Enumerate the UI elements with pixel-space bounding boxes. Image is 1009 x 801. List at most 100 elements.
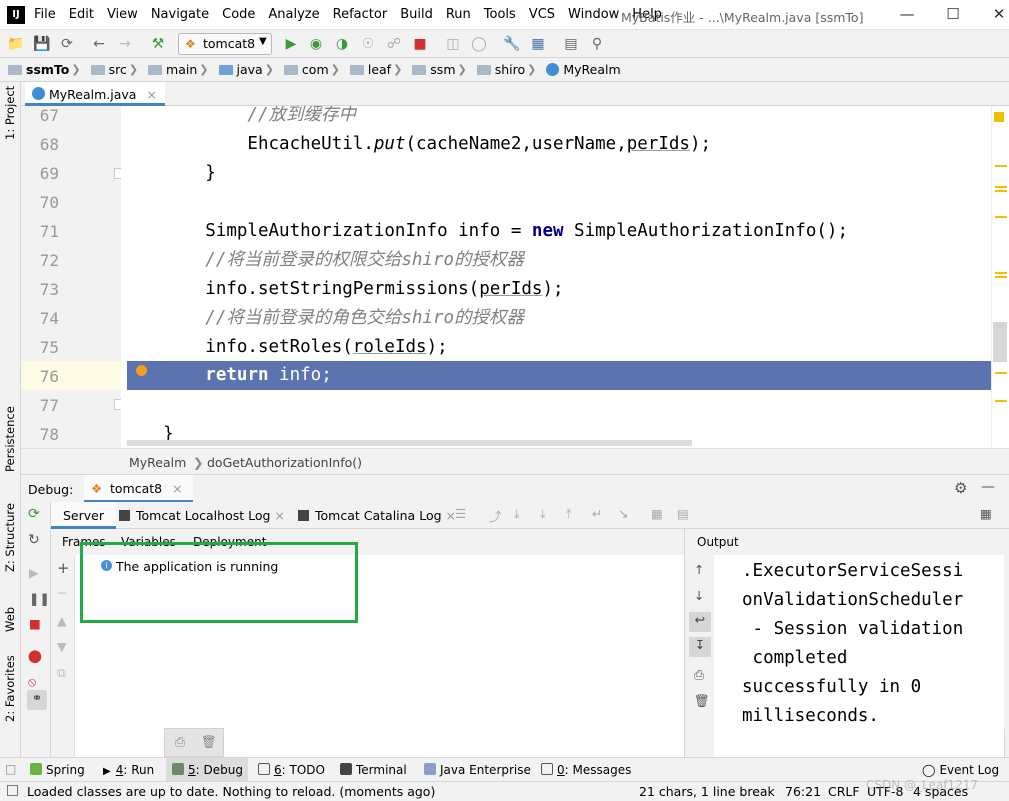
layout-icon[interactable]: □ [5, 762, 16, 776]
caret-position[interactable]: 76:21 [785, 784, 821, 799]
rerun-icon[interactable]: ⟳ [28, 506, 40, 522]
menu-analyze[interactable]: Analyze [268, 7, 319, 22]
run-icon[interactable]: ▶ [281, 34, 301, 54]
bottom-tab-terminal[interactable]: Terminal [340, 758, 407, 782]
tab-close-icon[interactable]: × [146, 87, 156, 102]
move-down-icon[interactable]: ▼ [57, 639, 67, 654]
soft-wrap-icon[interactable]: ↩ [689, 612, 711, 632]
menu-window[interactable]: Window [568, 7, 619, 22]
gear-icon[interactable]: ⚙ [954, 479, 967, 497]
breadcrumb-leaf[interactable]: leaf ❯ [349, 62, 408, 77]
coverage-icon[interactable]: ◑ [332, 34, 352, 54]
drop-frame-icon[interactable]: ↵ [592, 506, 602, 521]
breadcrumb-method[interactable]: doGetAuthorizationInfo() [207, 455, 362, 470]
breadcrumb-com[interactable]: com ❯ [283, 62, 346, 77]
refresh-icon[interactable]: ↻ [28, 532, 40, 548]
step-over-icon[interactable]: ⤴ [489, 506, 502, 525]
step-out-icon[interactable]: ⤒ [566, 506, 572, 522]
breadcrumb-myrealm[interactable]: MyRealm [546, 62, 621, 77]
run-config-select[interactable]: ❖ tomcat8 ▼ [178, 33, 272, 55]
breadcrumb-ssm[interactable]: ssm ❯ [412, 62, 472, 77]
trace-icon[interactable]: ▤ [677, 506, 689, 521]
wrench-settings-icon[interactable]: 🔧 [502, 34, 522, 54]
breadcrumb-src[interactable]: src ❯ [90, 62, 144, 77]
tab-close-icon[interactable]: × [172, 481, 182, 496]
minimize-icon[interactable]: — [897, 5, 917, 25]
build-hammer-icon[interactable]: ⚒ [148, 34, 168, 54]
tool-window-web[interactable]: Web [3, 607, 17, 632]
horizontal-scrollbar[interactable] [127, 440, 692, 446]
glasses-icon[interactable]: ⚭ [27, 690, 47, 710]
stop-icon[interactable]: ■ [29, 616, 41, 631]
mute-breakpoints-icon[interactable]: ⦸ [28, 674, 36, 690]
scroll-to-end-icon[interactable]: ↧ [689, 637, 711, 657]
debug-session-tab[interactable]: ❖ tomcat8 × [84, 475, 193, 503]
tab-server[interactable]: Server [51, 502, 116, 529]
remove-watch-icon[interactable]: − [57, 585, 67, 600]
breadcrumb-class[interactable]: MyRealm [129, 455, 186, 470]
run-to-cursor-icon[interactable]: ↘ [618, 506, 628, 521]
tool-window-favorites[interactable]: 2: Favorites [3, 655, 17, 722]
tab-tomcat-catalina-log[interactable]: Tomcat Catalina Log × [298, 502, 456, 529]
print-icon[interactable]: ⎙ [175, 734, 185, 750]
debug-bug-icon[interactable]: ◉ [306, 34, 326, 54]
status-icon[interactable] [7, 785, 18, 796]
menu-navigate[interactable]: Navigate [151, 7, 209, 22]
menu-vcs[interactable]: VCS [529, 7, 555, 22]
back-icon[interactable]: ← [89, 34, 109, 54]
copy-icon[interactable]: ⧉ [57, 665, 66, 681]
bottom-tab-java-enterprise[interactable]: Java Enterprise [424, 758, 531, 782]
tool-window-persistence[interactable]: Persistence [3, 406, 17, 472]
profile-icon[interactable]: ☉ [358, 34, 378, 54]
add-watch-icon[interactable]: + [57, 559, 70, 577]
stop-icon[interactable]: ■ [410, 34, 430, 54]
output-console[interactable]: .ExecutorServiceSessi onValidationSchedu… [714, 555, 1004, 757]
menu-run[interactable]: Run [446, 7, 471, 22]
forward-icon[interactable]: → [115, 34, 135, 54]
vcs-icon[interactable]: ◫ [443, 34, 463, 54]
open-folder-icon[interactable]: 📁 [6, 34, 26, 54]
tool-window-structure[interactable]: Z: Structure [3, 503, 17, 572]
menu-build[interactable]: Build [400, 7, 433, 22]
breadcrumb-ssmto[interactable]: ssmTo ❯ [8, 62, 87, 77]
menu-tools[interactable]: Tools [484, 7, 516, 22]
bottom-tab-messages[interactable]: 0: Messages [541, 758, 631, 782]
evaluate-icon[interactable]: ▦ [651, 506, 663, 521]
breadcrumb-java[interactable]: java ❯ [218, 62, 280, 77]
tool-window-project[interactable]: 1: Project [3, 86, 17, 140]
sync-icon[interactable]: ⟳ [57, 34, 77, 54]
hide-panel-icon[interactable]: — [981, 479, 995, 495]
resume-icon[interactable]: ▶ [29, 565, 39, 580]
close-icon[interactable]: ✕ [989, 5, 1009, 25]
bottom-tab-debug[interactable]: 5: Debug [166, 758, 248, 782]
menu-refactor[interactable]: Refactor [333, 7, 388, 22]
breadcrumb-shiro[interactable]: shiro ❯ [476, 62, 543, 77]
trash-icon[interactable]: 🗑 [201, 734, 217, 750]
view-breakpoints-icon[interactable]: ⬤ [28, 648, 42, 663]
search-icon[interactable]: ⚲ [587, 34, 607, 54]
menu-code[interactable]: Code [222, 7, 255, 22]
scroll-up-icon[interactable]: ↑ [694, 562, 704, 577]
code-editor[interactable]: //放到缓存中 EhcacheUtil.put(cacheName2,userN… [121, 106, 991, 448]
trash-icon[interactable]: 🗑 [694, 693, 710, 709]
move-up-icon[interactable]: ▲ [57, 613, 67, 628]
save-icon[interactable]: 💾 [32, 34, 52, 54]
scroll-down-icon[interactable]: ↓ [694, 588, 704, 603]
bottom-tab-run[interactable]: ▶ 4: Run [103, 758, 154, 782]
attach-icon[interactable]: ☍ [384, 34, 404, 54]
print-icon[interactable]: ⎙ [694, 667, 704, 683]
maximize-icon[interactable]: ☐ [943, 5, 963, 25]
update-icon[interactable]: ◯ [469, 34, 489, 54]
menu-view[interactable]: View [107, 7, 138, 22]
terminal-window-icon[interactable]: ▤ [561, 34, 581, 54]
menu-lines-icon[interactable]: ☰ [455, 506, 466, 521]
menu-file[interactable]: File [34, 7, 56, 22]
layout-icon[interactable]: ▦ [980, 506, 992, 521]
bottom-tab-spring[interactable]: Spring [30, 758, 85, 782]
line-separator[interactable]: CRLF [828, 784, 860, 799]
force-step-into-icon[interactable]: ⤓ [540, 506, 546, 522]
menu-edit[interactable]: Edit [69, 7, 94, 22]
selection-info[interactable]: 21 chars, 1 line break [639, 784, 775, 799]
breadcrumb-main[interactable]: main ❯ [148, 62, 214, 77]
pause-icon[interactable]: ❚❚ [29, 591, 50, 606]
